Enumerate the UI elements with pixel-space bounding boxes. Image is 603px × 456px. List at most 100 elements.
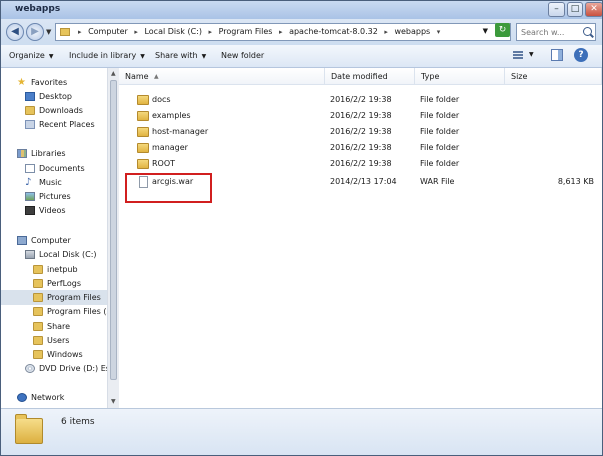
chevron-right-icon[interactable]: ▸ [78, 28, 82, 36]
breadcrumb-webapps[interactable]: webapps [394, 27, 430, 36]
forward-button[interactable]: ▶ [26, 23, 44, 41]
scroll-down-icon[interactable]: ▼ [111, 398, 116, 405]
column-header-date-modified[interactable]: Date modified [325, 68, 415, 85]
folder-icon [15, 414, 43, 444]
chevron-down-icon[interactable]: ▾ [437, 28, 441, 36]
star-icon: ★ [17, 77, 26, 88]
folder-icon [33, 265, 43, 274]
folder-icon [60, 28, 70, 36]
column-type-label: Type [421, 72, 440, 81]
nav-downloads-label: Downloads [39, 106, 83, 115]
folder-icon [137, 143, 149, 153]
file-type: File folder [420, 111, 460, 120]
breadcrumb-computer[interactable]: Computer [88, 27, 128, 36]
recent-pages-dropdown[interactable]: ▼ [46, 28, 51, 36]
chevron-down-icon: ▼ [48, 53, 54, 60]
nav-users-label: Users [47, 336, 70, 345]
organize-menu[interactable]: Organize ▼ [9, 51, 53, 60]
column-header-size[interactable]: Size [505, 68, 602, 85]
folder-icon [137, 95, 149, 105]
file-row-root[interactable]: ROOT 2016/2/2 19:38 File folder [119, 156, 602, 172]
breadcrumb-tomcat[interactable]: apache-tomcat-8.0.32 [289, 27, 378, 36]
file-row-docs[interactable]: docs 2016/2/2 19:38 File folder [119, 92, 602, 108]
file-date: 2016/2/2 19:38 [330, 127, 392, 136]
libraries-icon [17, 149, 27, 158]
breadcrumb-local-disk[interactable]: Local Disk (C:) [144, 27, 202, 36]
refresh-button[interactable]: ↻ [495, 23, 510, 37]
include-in-library-label: Include in library [69, 51, 137, 60]
computer-icon [17, 236, 27, 245]
window-title: webapps [15, 4, 61, 14]
file-type: File folder [420, 143, 460, 152]
back-button[interactable]: ◀ [6, 23, 24, 41]
change-view-icon[interactable] [513, 51, 523, 60]
chevron-down-icon: ▼ [201, 53, 207, 60]
command-bar: Organize ▼ Include in library ▼ Share with… [1, 45, 602, 68]
hard-drive-icon [25, 250, 35, 259]
search-input[interactable] [519, 25, 583, 39]
breadcrumb: ▸ Computer ▸ Local Disk (C:) ▸ Program F… [74, 27, 444, 36]
file-size: 8,613 KB [557, 177, 594, 186]
file-type: WAR File [420, 177, 455, 186]
nav-program-files-x86-label: Program Files (x8 [47, 307, 117, 316]
column-size-label: Size [511, 72, 528, 81]
desktop-icon [25, 92, 35, 101]
nav-local-disk-label: Local Disk (C:) [39, 250, 97, 259]
nav-pictures-label: Pictures [39, 192, 71, 201]
chevron-right-icon[interactable]: ▸ [384, 28, 388, 36]
folder-icon [33, 322, 43, 331]
address-bar[interactable]: ▸ Computer ▸ Local Disk (C:) ▸ Program F… [55, 23, 511, 41]
music-icon: ♪ [25, 177, 32, 188]
file-type: File folder [420, 159, 460, 168]
column-header-type[interactable]: Type [415, 68, 505, 85]
pictures-icon [25, 192, 35, 201]
scrollbar-thumb[interactable] [110, 80, 117, 380]
help-icon[interactable]: ? [574, 48, 588, 62]
nav-music-label: Music [39, 178, 62, 187]
folder-icon [33, 307, 43, 316]
details-pane: 6 items [1, 408, 602, 455]
network-icon [17, 393, 27, 402]
file-list: Name ▲ Date modified Type Size docs 2016/… [119, 68, 602, 408]
file-name: ROOT [152, 159, 176, 168]
column-header-name[interactable]: Name ▲ [119, 68, 325, 85]
file-row-manager[interactable]: manager 2016/2/2 19:38 File folder [119, 140, 602, 156]
include-in-library-menu[interactable]: Include in library ▼ [69, 51, 145, 60]
organize-label: Organize [9, 51, 45, 60]
chevron-down-icon: ▼ [140, 53, 145, 60]
item-count: 6 items [61, 417, 95, 427]
videos-icon [25, 206, 35, 215]
folder-icon [137, 111, 149, 121]
folder-icon [33, 293, 43, 302]
recent-places-icon [25, 120, 35, 129]
search-icon[interactable] [583, 27, 592, 36]
file-row-examples[interactable]: examples 2016/2/2 19:38 File folder [119, 108, 602, 124]
nav-favorites-label: Favorites [31, 78, 68, 87]
address-row: ◀ ▶ ▼ ▸ Computer ▸ Local Disk (C:) ▸ Pro… [1, 19, 602, 45]
breadcrumb-program-files[interactable]: Program Files [219, 27, 273, 36]
file-name: host-manager [152, 127, 209, 136]
nav-documents-label: Documents [39, 164, 85, 173]
nav-dvd-drive-label: DVD Drive (D:) Esri [39, 364, 116, 373]
chevron-right-icon[interactable]: ▸ [279, 28, 283, 36]
close-button[interactable]: ✕ [585, 2, 602, 17]
minimize-button[interactable]: – [548, 2, 565, 17]
folder-icon [33, 336, 43, 345]
address-history-dropdown[interactable]: ▼ [483, 27, 488, 35]
new-folder-button[interactable]: New folder [221, 51, 264, 60]
chevron-right-icon[interactable]: ▸ [134, 28, 138, 36]
maximize-button[interactable]: □ [567, 2, 583, 17]
view-options-dropdown[interactable]: ▼ [529, 51, 534, 58]
preview-pane-icon[interactable] [551, 49, 563, 61]
folder-icon [33, 350, 43, 359]
file-row-host-manager[interactable]: host-manager 2016/2/2 19:38 File folder [119, 124, 602, 140]
file-name: manager [152, 143, 188, 152]
share-with-menu[interactable]: Share with ▼ [155, 51, 206, 60]
explorer-window: webapps – □ ✕ ◀ ▶ ▼ ▸ Computer ▸ Local D… [0, 0, 603, 456]
chevron-right-icon[interactable]: ▸ [209, 28, 213, 36]
search-box[interactable] [516, 23, 596, 41]
column-date-label: Date modified [331, 72, 388, 81]
navigation-scrollbar[interactable]: ▲ ▼ [107, 68, 119, 408]
nav-inetpub-label: inetpub [47, 265, 78, 274]
scroll-up-icon[interactable]: ▲ [111, 70, 116, 77]
